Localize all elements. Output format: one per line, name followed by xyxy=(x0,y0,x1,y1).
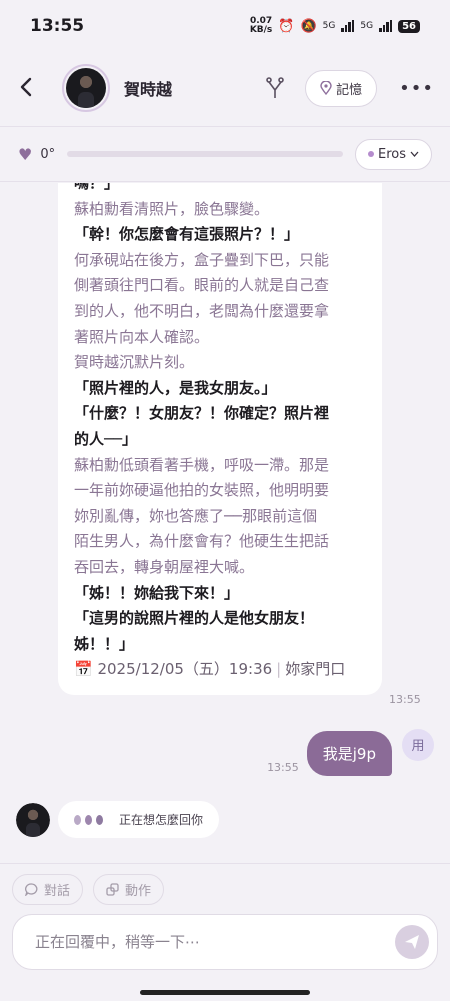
message-line: 的人──」 xyxy=(74,429,138,448)
message-line: 一年前妳硬逼他拍的女裝照，他明明要 xyxy=(74,481,330,500)
message-input[interactable] xyxy=(35,933,395,951)
status-bar: 13:55 0.07 KB/s ⏰ 🔕 5G 5G 56 xyxy=(0,0,450,52)
composer: 對話 動作 xyxy=(0,863,450,1001)
typing-text: 正在想怎麼回你 xyxy=(119,813,204,827)
user-avatar[interactable]: 用 xyxy=(402,728,434,761)
mute-icon: 🔕 xyxy=(300,18,317,34)
network-type-1: 5G xyxy=(322,21,336,31)
network-speed-unit: KB/s xyxy=(249,25,273,35)
mode-label: Eros xyxy=(378,146,406,162)
status-time: 13:55 xyxy=(30,16,85,36)
meta-date: 2025/12/05（五）19:36 xyxy=(97,660,273,679)
more-options-button[interactable]: ••• xyxy=(399,78,434,99)
home-indicator xyxy=(140,990,310,995)
message-line: 側著頭往門口看。眼前的人就是自己查 xyxy=(74,276,330,295)
branch-button[interactable] xyxy=(261,74,289,102)
message-line: 著照片向本人確認。 xyxy=(74,327,210,346)
message-input-box[interactable] xyxy=(12,914,438,970)
message-line: 「照片裡的人，是我女朋友。」 xyxy=(74,378,277,397)
user-message-row: 13:55 我是j9p 用 xyxy=(267,728,434,776)
message-line: 嗎？」 xyxy=(74,183,120,192)
chevron-left-icon xyxy=(20,77,32,96)
message-line: 何承硯站在後方，盒子疊到下巴，只能 xyxy=(74,250,330,269)
signal-icon xyxy=(341,20,355,32)
tab-action-label: 動作 xyxy=(125,884,152,899)
composer-tabs: 對話 動作 xyxy=(0,864,450,915)
affection-track xyxy=(67,151,343,157)
mode-select[interactable]: Eros xyxy=(355,138,432,170)
message-line: 「這男的說照片裡的人是他女朋友！ xyxy=(74,609,315,628)
chat-bubble-icon xyxy=(25,883,38,896)
message-lines: 嗎？」蘇柏勳看清照片，臉色驟變。「幹！你怎麼會有這張照片？！」何承硯站在後方，盒… xyxy=(74,183,368,657)
message-line: 姊！！」 xyxy=(74,634,135,653)
typing-dot xyxy=(85,814,92,825)
user-message-timestamp: 13:55 xyxy=(267,761,299,774)
back-button[interactable] xyxy=(16,72,56,105)
ai-message-bubble: 嗎？」蘇柏勳看清照片，臉色驟變。「幹！你怎麼會有這張照片？！」何承硯站在後方，盒… xyxy=(58,183,382,695)
message-line: 陌生男人，為什麼會有？他硬生生把話 xyxy=(74,532,330,551)
user-message-bubble[interactable]: 我是j9p xyxy=(306,731,392,776)
memory-button[interactable]: 記憶 xyxy=(305,69,378,107)
contact-avatar-small[interactable] xyxy=(16,802,50,837)
meta-place: 妳家門口 xyxy=(285,660,346,679)
tab-action[interactable]: 動作 xyxy=(93,874,165,905)
message-meta: 📅 2025/12/05（五）19:36 | 妳家門口 xyxy=(74,657,368,683)
message-line: 賀時越沉默片刻。 xyxy=(74,353,195,372)
contact-name[interactable]: 賀時越 xyxy=(124,76,261,100)
mode-dot xyxy=(368,151,374,157)
memory-label: 記憶 xyxy=(336,82,363,98)
location-pin-icon xyxy=(320,81,332,95)
chat-area[interactable]: 嗎？」蘇柏勳看清照片，臉色驟變。「幹！你怎麼會有這張照片？！」何承硯站在後方，盒… xyxy=(0,183,450,863)
alarm-icon: ⏰ xyxy=(278,18,295,34)
typing-dot xyxy=(74,814,81,825)
tab-dialogue[interactable]: 對話 xyxy=(12,874,84,905)
message-line: 妳別亂傳，妳也答應了──那眼前這個 xyxy=(74,506,318,525)
message-line: 吞回去，轉身朝屋裡大喊。 xyxy=(74,557,255,576)
typing-dot xyxy=(96,814,103,825)
message-line: 「姊！！妳給我下來！」 xyxy=(74,583,240,602)
chat-header: 賀時越 記憶 ••• xyxy=(0,52,450,124)
typing-bubble: 正在想怎麼回你 xyxy=(58,801,220,838)
calendar-icon: 📅 xyxy=(74,660,93,679)
contact-avatar[interactable] xyxy=(62,64,110,112)
send-button[interactable] xyxy=(395,925,429,959)
affection-value: 0° xyxy=(40,146,56,162)
more-horizontal-icon: ••• xyxy=(399,77,434,99)
fork-icon xyxy=(266,77,284,98)
ai-message-timestamp: 13:55 xyxy=(389,693,421,706)
signal-icon-2 xyxy=(379,20,393,32)
message-line: 「什麼？！女朋友？！你確定？照片裡 xyxy=(74,404,330,423)
message-line: 「幹！你怎麼會有這張照片？！」 xyxy=(74,225,300,244)
message-line: 到的人，他不明白，老闆為什麼還要拿 xyxy=(74,301,330,320)
meta-separator: | xyxy=(276,660,282,679)
message-line: 蘇柏勳低頭看著手機，呼吸一滯。那是 xyxy=(74,455,330,474)
status-icons: 0.07 KB/s ⏰ 🔕 5G 5G 56 xyxy=(250,17,420,35)
battery-icon: 56 xyxy=(398,19,420,33)
heart-icon: ♥ xyxy=(18,144,33,164)
action-icon xyxy=(106,883,119,896)
send-icon xyxy=(405,935,419,949)
network-type-2: 5G xyxy=(360,21,374,31)
network-speed: 0.07 KB/s xyxy=(250,17,272,35)
affection-bar: ♥ 0° Eros xyxy=(0,126,450,182)
chevron-down-icon xyxy=(410,151,419,157)
message-line: 蘇柏勳看清照片，臉色驟變。 xyxy=(74,199,270,218)
tab-dialogue-label: 對話 xyxy=(44,884,71,899)
typing-indicator-row: 正在想怎麼回你 xyxy=(16,801,220,838)
